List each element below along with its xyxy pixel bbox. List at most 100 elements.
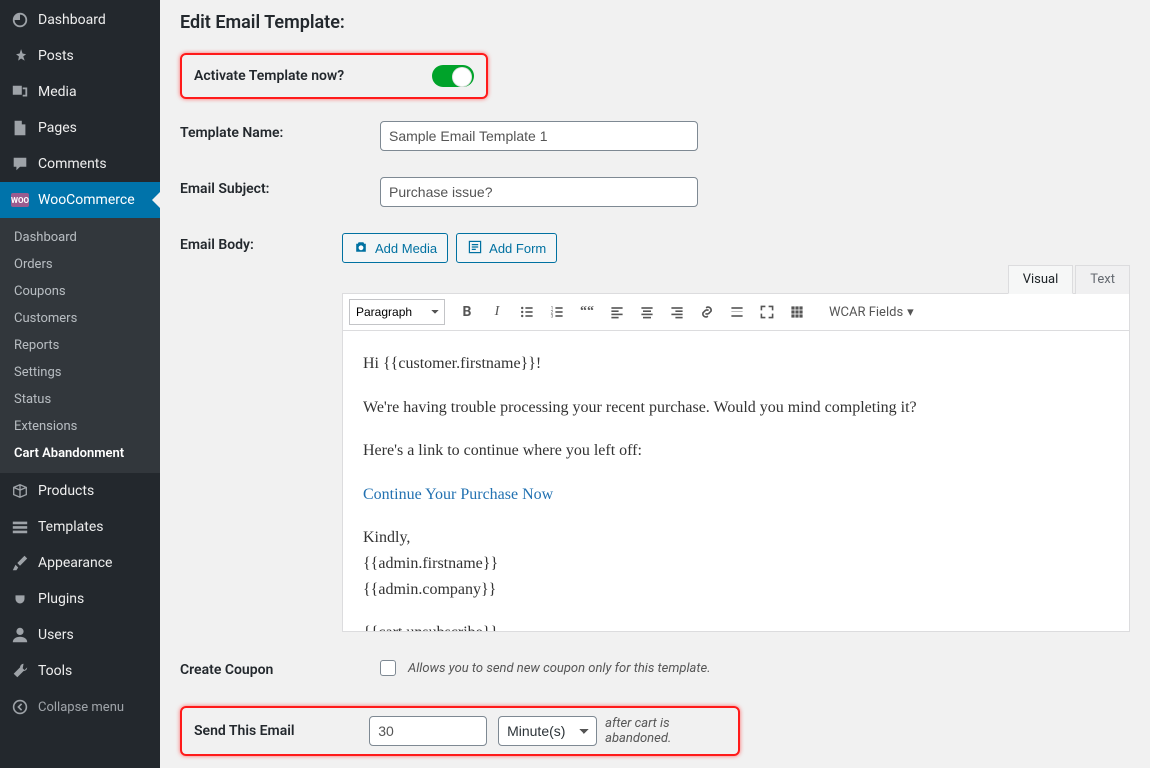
sidebar-item-label: Pages xyxy=(38,120,77,136)
submenu-status[interactable]: Status xyxy=(0,386,160,413)
body-p2: We're having trouble processing your rec… xyxy=(363,395,1109,421)
activate-toggle[interactable] xyxy=(432,65,474,87)
sidebar-item-label: Posts xyxy=(38,48,74,64)
main-content: Edit Email Template: Activate Template n… xyxy=(160,0,1150,768)
sidebar-item-plugins[interactable]: Plugins xyxy=(0,581,160,617)
editor-toolbar: Paragraph B I 123 ““ WCAR Fields ▾ xyxy=(343,294,1129,331)
dashboard-icon xyxy=(10,10,30,30)
sidebar-item-media[interactable]: Media xyxy=(0,74,160,110)
sidebar-item-label: WooCommerce xyxy=(38,192,135,208)
editor: Paragraph B I 123 ““ WCAR Fields ▾ xyxy=(342,293,1130,632)
add-form-button[interactable]: Add Form xyxy=(456,233,557,263)
create-coupon-checkbox[interactable] xyxy=(380,660,396,676)
sidebar-item-pages[interactable]: Pages xyxy=(0,110,160,146)
toolbar-toggle-button[interactable] xyxy=(783,298,811,326)
tab-text[interactable]: Text xyxy=(1075,265,1130,294)
number-list-button[interactable]: 123 xyxy=(543,298,571,326)
sidebar-item-label: Tools xyxy=(38,663,72,679)
sidebar-item-label: Dashboard xyxy=(38,12,106,28)
media-icon xyxy=(10,82,30,102)
activate-label: Activate Template now? xyxy=(194,68,344,84)
sidebar-item-label: Plugins xyxy=(38,591,84,607)
create-coupon-note: Allows you to send new coupon only for t… xyxy=(408,661,711,676)
email-body-label: Email Body: xyxy=(180,233,342,253)
format-select[interactable]: Paragraph xyxy=(349,299,445,325)
create-coupon-label: Create Coupon xyxy=(180,658,380,678)
camera-icon xyxy=(353,239,369,258)
body-p1: Hi {{customer.firstname}}! xyxy=(363,351,1109,377)
template-name-label: Template Name: xyxy=(180,121,380,141)
wcar-fields-button[interactable]: WCAR Fields ▾ xyxy=(823,298,924,326)
sidebar-submenu: Dashboard Orders Coupons Customers Repor… xyxy=(0,218,160,473)
collapse-label: Collapse menu xyxy=(38,700,124,715)
woo-icon: WOO xyxy=(10,190,30,210)
submenu-coupons[interactable]: Coupons xyxy=(0,278,160,305)
align-left-button[interactable] xyxy=(603,298,631,326)
submenu-cart-abandonment[interactable]: Cart Abandonment xyxy=(0,440,160,467)
submenu-dashboard[interactable]: Dashboard xyxy=(0,224,160,251)
chevron-down-icon: ▾ xyxy=(907,305,914,320)
sidebar-item-label: Media xyxy=(38,84,77,100)
brush-icon xyxy=(10,553,30,573)
sidebar-item-label: Users xyxy=(38,627,74,643)
page-icon xyxy=(10,118,30,138)
italic-button[interactable]: I xyxy=(483,298,511,326)
form-icon xyxy=(467,239,483,258)
send-this-highlight: Send This Email Minute(s) after cart is … xyxy=(180,706,740,756)
send-this-label: Send This Email xyxy=(194,723,369,739)
fullscreen-button[interactable] xyxy=(753,298,781,326)
sidebar-item-appearance[interactable]: Appearance xyxy=(0,545,160,581)
sidebar-item-tools[interactable]: Tools xyxy=(0,653,160,689)
activate-highlight: Activate Template now? xyxy=(180,53,488,99)
collapse-icon xyxy=(10,697,30,717)
bold-button[interactable]: B xyxy=(453,298,481,326)
tab-visual[interactable]: Visual xyxy=(1008,265,1074,294)
send-delay-unit-select[interactable]: Minute(s) xyxy=(498,716,597,746)
sidebar-item-users[interactable]: Users xyxy=(0,617,160,653)
page-title: Edit Email Template: xyxy=(180,12,1130,33)
readmore-button[interactable] xyxy=(723,298,751,326)
submenu-reports[interactable]: Reports xyxy=(0,332,160,359)
add-media-button[interactable]: Add Media xyxy=(342,233,448,263)
submenu-settings[interactable]: Settings xyxy=(0,359,160,386)
comment-icon xyxy=(10,154,30,174)
box-icon xyxy=(10,481,30,501)
sidebar-item-label: Templates xyxy=(38,519,104,535)
align-right-button[interactable] xyxy=(663,298,691,326)
body-p4: Kindly, {{admin.firstname}} {{admin.comp… xyxy=(363,525,1109,602)
align-center-button[interactable] xyxy=(633,298,661,326)
stack-icon xyxy=(10,517,30,537)
pin-icon xyxy=(10,46,30,66)
admin-sidebar: Dashboard Posts Media Pages Comments WOO… xyxy=(0,0,160,768)
sidebar-item-dashboard[interactable]: Dashboard xyxy=(0,2,160,38)
editor-body[interactable]: Hi {{customer.firstname}}! We're having … xyxy=(343,331,1129,631)
send-after-text: after cart is abandoned. xyxy=(605,716,726,746)
email-subject-input[interactable] xyxy=(380,177,698,207)
wrench-icon xyxy=(10,661,30,681)
sidebar-item-comments[interactable]: Comments xyxy=(0,146,160,182)
editor-tabs: Visual Text xyxy=(342,265,1130,294)
sidebar-item-label: Appearance xyxy=(38,555,112,571)
sidebar-item-products[interactable]: Products xyxy=(0,473,160,509)
plug-icon xyxy=(10,589,30,609)
sidebar-item-woocommerce[interactable]: WOO WooCommerce xyxy=(0,182,160,218)
sidebar-item-label: Comments xyxy=(38,156,107,172)
sidebar-item-posts[interactable]: Posts xyxy=(0,38,160,74)
svg-text:3: 3 xyxy=(551,314,554,320)
submenu-orders[interactable]: Orders xyxy=(0,251,160,278)
submenu-extensions[interactable]: Extensions xyxy=(0,413,160,440)
email-subject-label: Email Subject: xyxy=(180,177,380,197)
sidebar-item-templates[interactable]: Templates xyxy=(0,509,160,545)
body-link[interactable]: Continue Your Purchase Now xyxy=(363,486,553,503)
bullet-list-button[interactable] xyxy=(513,298,541,326)
submenu-customers[interactable]: Customers xyxy=(0,305,160,332)
body-p3: Here's a link to continue where you left… xyxy=(363,438,1109,464)
link-button[interactable] xyxy=(693,298,721,326)
user-icon xyxy=(10,625,30,645)
template-name-input[interactable] xyxy=(380,121,698,151)
body-p5: {{cart.unsubscribe}} xyxy=(363,620,1109,631)
collapse-menu[interactable]: Collapse menu xyxy=(0,689,160,725)
sidebar-item-label: Products xyxy=(38,483,94,499)
send-delay-input[interactable] xyxy=(369,716,487,746)
blockquote-button[interactable]: ““ xyxy=(573,298,601,326)
